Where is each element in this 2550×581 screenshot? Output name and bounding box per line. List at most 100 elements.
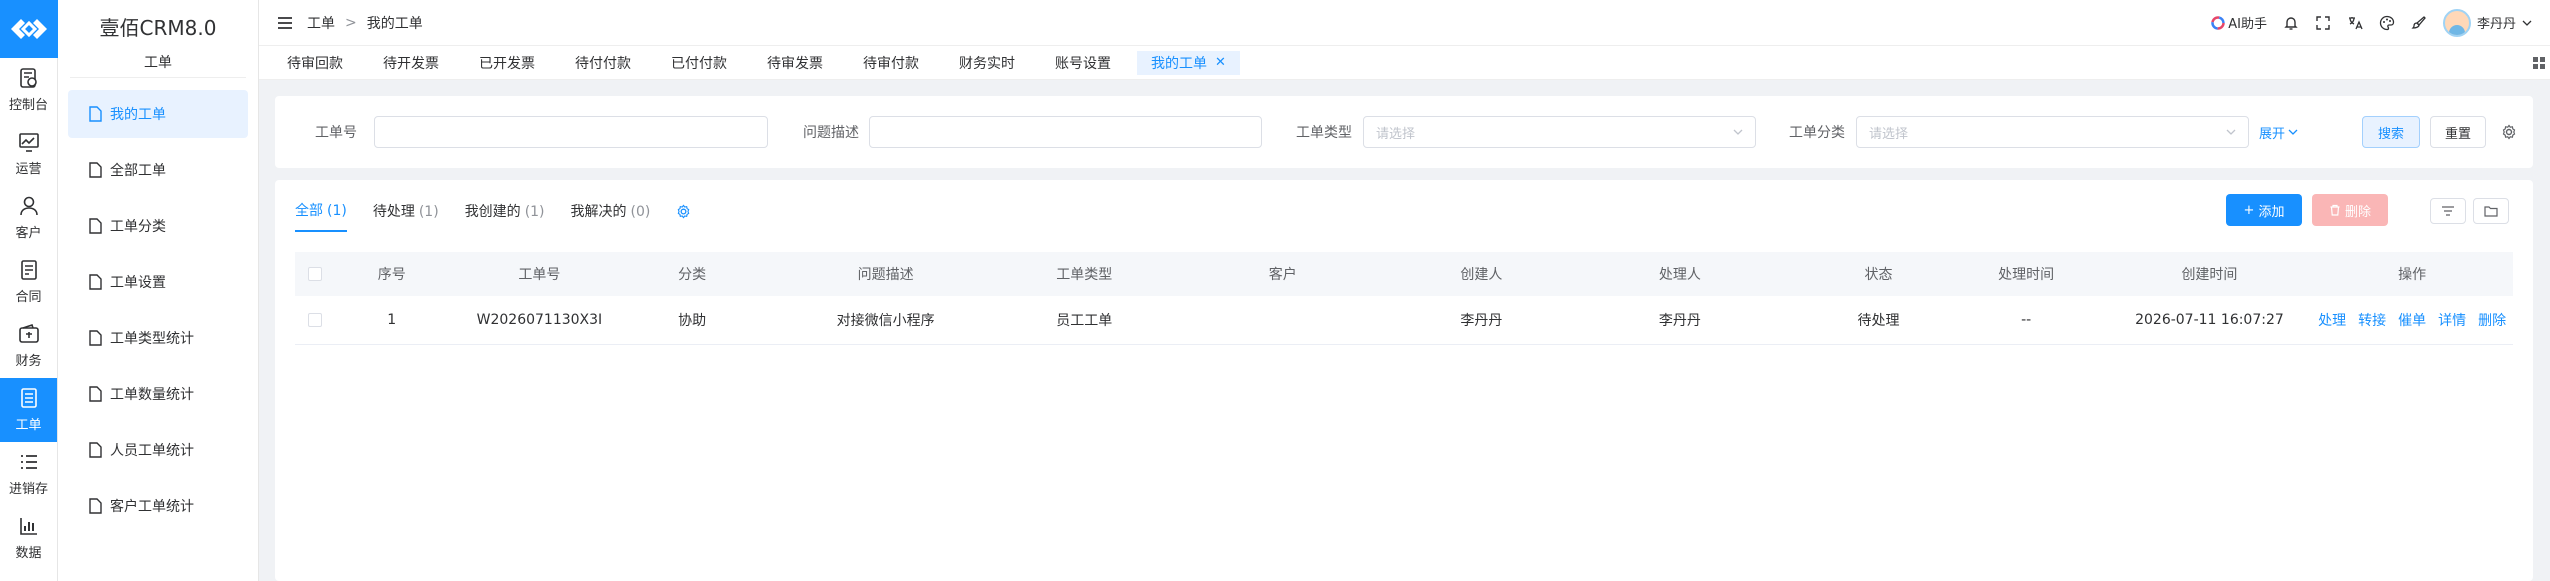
gear-icon[interactable] [2501,124,2517,140]
column-header: 处理人 [1547,252,1813,296]
ticket-category-select[interactable]: 请选择 [1856,116,2249,148]
tab-paid-payment[interactable]: 已付付款 [657,51,741,75]
document-icon [89,218,102,234]
op-delete-link[interactable]: 删除 [2478,313,2506,329]
cell-operations: 处理 转接 催单 详情 删除 [2311,296,2513,345]
column-settings-button[interactable] [2430,198,2466,224]
description-input[interactable] [869,116,1262,148]
skin-brush-icon[interactable] [2411,15,2427,31]
theme-palette-icon[interactable] [2379,15,2395,31]
column-header: 工单号 [447,252,632,296]
dashboard-icon [19,68,37,88]
filter-sliders-icon [2442,206,2454,216]
user-name: 李丹丹 [2476,17,2516,32]
add-button[interactable]: + 添加 [2226,194,2302,226]
op-urge-link[interactable]: 催单 [2398,313,2426,329]
status-tab-created-by-me[interactable]: 我创建的 (1) [465,201,545,231]
description-label: 问题描述 [803,125,859,141]
rail-item-label: 工单 [15,418,42,433]
status-tab-label: 待处理 [372,204,415,220]
rail-item-inventory[interactable]: 进销存 [0,442,57,506]
rail-item-dashboard[interactable]: 控制台 [0,58,57,122]
tab-pending-invoice[interactable]: 待开发票 [369,51,453,75]
rail-item-data[interactable]: 数据 [0,506,57,570]
tab-pending-payment[interactable]: 待付付款 [561,51,645,75]
inventory-list-icon [20,455,37,469]
rail-item-ticket[interactable]: 工单 [0,378,57,442]
ai-assistant-label: AI助手 [2228,17,2267,32]
menu-toggle-icon[interactable] [277,16,293,30]
rail-item-customer[interactable]: 客户 [0,186,57,250]
rail-item-contract[interactable]: 合同 [0,250,57,314]
delete-button-label: 删除 [2344,204,2371,220]
submenu-item-ticket-category[interactable]: 工单分类 [68,202,248,250]
select-all-checkbox[interactable] [308,267,323,281]
tab-issued-invoice[interactable]: 已开发票 [465,51,549,75]
status-tab-count: (1) [524,204,545,220]
grid-menu-icon[interactable] [2532,56,2546,70]
ticket-type-placeholder: 请选择 [1376,126,1416,142]
breadcrumb-current: 我的工单 [366,15,423,32]
rail-item-label: 客户 [15,226,42,241]
op-detail-link[interactable]: 详情 [2438,313,2466,329]
ticket-category-placeholder: 请选择 [1869,126,1909,142]
reset-button[interactable]: 重置 [2430,116,2486,148]
submenu-item-all-tickets[interactable]: 全部工单 [68,146,248,194]
tab-pending-receipt[interactable]: 待审回款 [273,51,357,75]
table-row[interactable]: 1 W2026071130X3I 协助 对接微信小程序 员工工单 李丹丹 李丹丹… [295,296,2513,345]
rail-item-finance[interactable]: 财务 [0,314,57,378]
submenu-item-customer-stats[interactable]: 客户工单统计 [68,482,248,530]
app-logo[interactable] [0,0,58,58]
submenu: 壹佰CRM8.0 工单 我的工单 全部工单 工单分类 工单设置 工单类型统计 工… [58,0,259,581]
tab-finance-realtime[interactable]: 财务实时 [945,51,1029,75]
op-transfer-link[interactable]: 转接 [2358,313,2386,329]
submenu-item-count-stats[interactable]: 工单数量统计 [68,370,248,418]
expand-label: 展开 [2259,126,2286,142]
tab-review-invoice[interactable]: 待审发票 [753,51,837,75]
folder-button[interactable] [2473,198,2509,224]
column-header: 客户 [1150,252,1416,296]
ticket-no-input[interactable] [374,116,768,148]
ticket-type-select[interactable]: 请选择 [1363,116,1756,148]
translate-icon[interactable] [2347,15,2363,31]
op-handle-link[interactable]: 处理 [2318,313,2346,329]
submenu-item-label: 人员工单统计 [110,443,194,459]
submenu-item-staff-stats[interactable]: 人员工单统计 [68,426,248,474]
tab-account-settings[interactable]: 账号设置 [1041,51,1125,75]
tab-settings-gear-icon[interactable] [676,203,691,219]
expand-toggle[interactable]: 展开 [2259,123,2298,142]
folder-icon [2484,206,2498,217]
fullscreen-icon[interactable] [2315,15,2331,31]
operations-chart-icon [18,133,39,152]
submenu-item-my-tickets[interactable]: 我的工单 [68,90,248,138]
status-tab-pending[interactable]: 待处理 (1) [373,201,439,231]
bell-icon[interactable] [2283,15,2299,31]
submenu-item-ticket-settings[interactable]: 工单设置 [68,258,248,306]
search-button[interactable]: 搜索 [2362,116,2420,148]
ai-assistant-button[interactable]: AI助手 [2211,13,2267,32]
rail-item-label: 合同 [15,290,42,305]
breadcrumb-root[interactable]: 工单 [307,13,335,33]
rail-item-operations[interactable]: 运营 [0,122,57,186]
row-checkbox[interactable] [308,312,323,327]
document-icon [89,162,102,178]
user-menu[interactable]: 李丹丹 [2442,8,2532,37]
submenu-item-label: 工单设置 [110,275,166,291]
document-icon [89,106,102,122]
submenu-item-type-stats[interactable]: 工单类型统计 [68,314,248,362]
chevron-down-icon [1733,129,1743,135]
cell-category: 协助 [631,296,754,345]
delete-button[interactable]: 删除 [2312,194,2388,226]
status-tab-all[interactable]: 全部 (1) [295,200,347,232]
document-icon [89,386,102,402]
customer-icon [19,196,38,216]
breadcrumb-separator: > [345,14,357,31]
logo-icon [11,19,47,39]
tab-my-tickets[interactable]: 我的工单 ✕ [1137,50,1240,75]
chevron-down-icon [2288,129,2298,135]
column-header: 序号 [335,252,448,296]
close-icon[interactable]: ✕ [1215,55,1226,70]
status-tab-resolved-by-me[interactable]: 我解决的 (0) [571,201,651,231]
submenu-item-label: 客户工单统计 [110,499,194,515]
tab-review-payment[interactable]: 待审付款 [849,51,933,75]
